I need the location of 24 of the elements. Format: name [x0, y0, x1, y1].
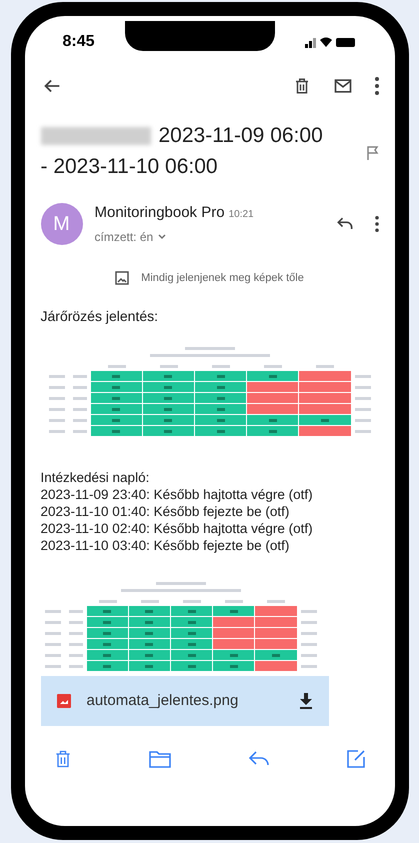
- log-line: Intézkedési napló:: [40, 469, 150, 486]
- flag-icon[interactable]: [366, 146, 378, 160]
- status-time: 8:45: [62, 32, 95, 52]
- sender-name: Monitoringbook Pro: [94, 203, 225, 223]
- log-line: 2023-11-10 01:40: Később fejezte be (otf): [40, 503, 290, 520]
- show-images-button[interactable]: Mindig jelenjenek meg képek tőle: [115, 270, 304, 286]
- status-icons: [304, 36, 356, 48]
- log-line: 2023-11-09 23:40: Később hajtotta végre (otf): [40, 486, 314, 503]
- body-heading: Járőrözés jelentés:: [40, 307, 160, 326]
- recipient-label: címzett: én: [94, 228, 154, 246]
- image-icon: [115, 270, 130, 285]
- log-line: 2023-11-10 03:40: Később fejezte be (otf): [40, 537, 290, 554]
- chevron-down-icon[interactable]: [157, 232, 168, 242]
- compose-icon[interactable]: [346, 749, 366, 769]
- folder-icon[interactable]: [148, 748, 172, 770]
- sender-avatar: M: [40, 202, 82, 245]
- download-icon[interactable]: [298, 693, 312, 709]
- log-line: 2023-11-10 02:40: Később hajtotta végre (otf): [40, 520, 314, 537]
- attachment-filename[interactable]: automata_jelentes.png: [86, 690, 282, 712]
- email-subject: 2023-11-09 06:00 - 2023-11-10 06:00: [40, 123, 324, 180]
- more-icon[interactable]: [374, 77, 378, 95]
- more-icon[interactable]: [374, 216, 378, 232]
- email-time: 10:21: [228, 208, 254, 222]
- image-file-icon: [56, 694, 70, 708]
